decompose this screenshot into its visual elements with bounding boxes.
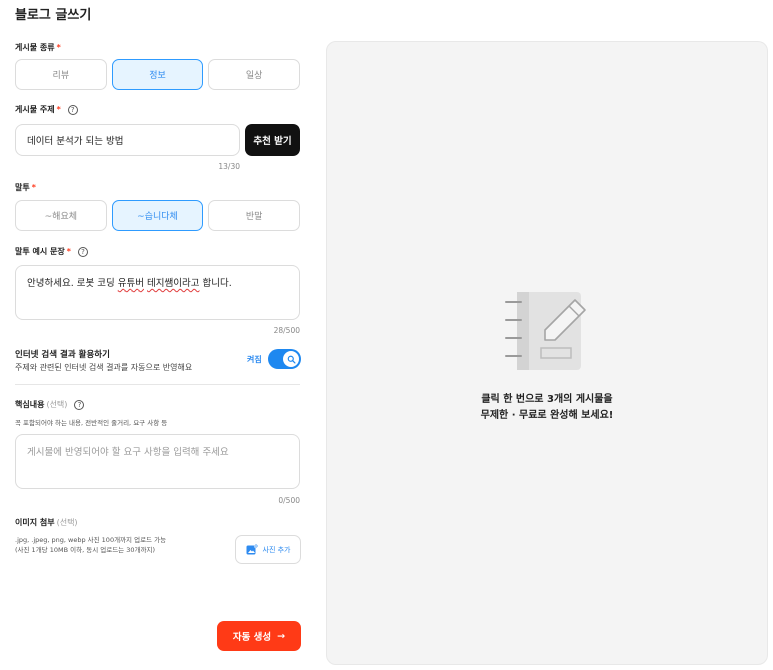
tone-example-counter: 28/500 [273,326,300,335]
key-content-counter: 0/500 [278,496,300,505]
post-type-label-text: 게시물 종류 [15,43,55,52]
recommend-button[interactable]: 추천 받기 [245,124,300,156]
optional-tag: (선택) [56,518,78,527]
key-content-placeholder: 게시물에 반영되어야 할 요구 사항을 입력해 주세요 [27,447,229,458]
add-photo-button[interactable]: 사진 추가 [235,535,301,564]
preview-message: 클릭 한 번으로 3개의 게시물을 무제한 · 무료로 완성해 보세요! [327,392,767,424]
required-mark: * [56,105,61,114]
topic-input[interactable]: 데이터 분석가 되는 방법 [15,124,240,156]
post-type-label: 게시물 종류 * [15,42,61,53]
post-type-option-daily[interactable]: 일상 [208,59,301,90]
tone-example-text: 안녕하세요. 로봇 코딩 [27,278,118,289]
topic-label: 게시물 주제 * ? [15,104,78,115]
add-photo-label: 사진 추가 [262,545,291,554]
misspelled-word: 테지쌤이라고 [147,278,200,289]
arrow-right-icon: → [277,630,286,642]
misspelled-word: 유튜버 [117,278,144,289]
optional-tag: (선택) [46,400,68,409]
tone-label: 말투 * [15,182,36,193]
search-icon [287,355,296,364]
post-type-option-info[interactable]: 정보 [111,59,204,90]
help-icon[interactable]: ? [67,104,78,115]
tone-label-text: 말투 [15,183,30,192]
post-type-selector: 리뷰 정보 일상 [15,59,301,90]
tone-example-text: 합니다. [199,278,232,289]
image-attach-desc-line: (사진 1개당 10MB 이하, 동시 업로드는 30개까지) [15,546,155,554]
auto-generate-button[interactable]: 자동 생성 → [217,621,301,651]
preview-line: 무제한 · 무료로 완성해 보세요! [480,410,614,421]
help-icon[interactable]: ? [77,246,88,257]
image-attach-label: 이미지 첨부 (선택) [15,517,78,528]
auto-generate-label: 자동 생성 [232,632,272,643]
tone-option-haeyo[interactable]: ~해요체 [15,200,107,231]
key-content-label: 핵심내용 (선택) ? [15,399,85,410]
key-content-textarea[interactable]: 게시물에 반영되어야 할 요구 사항을 입력해 주세요 [15,434,300,489]
web-search-title: 인터넷 검색 결과 활용하기 [15,350,110,360]
divider [15,384,300,385]
image-attach-desc-line: .jpg, .jpeg, png, webp 사진 100개까지 업로드 가능 [15,536,167,544]
topic-counter: 13/30 [218,162,240,171]
required-mark: * [66,247,71,256]
required-mark: * [56,43,61,52]
web-search-toggle[interactable] [268,349,301,369]
key-content-label-text: 핵심내용 [15,400,45,409]
tone-option-banmal[interactable]: 반말 [208,200,301,231]
help-icon[interactable]: ? [74,399,85,410]
notebook-pencil-icon [505,292,586,370]
tone-option-seumnida[interactable]: ~습니다체 [111,200,204,231]
web-search-state: 켜짐 [247,355,262,364]
web-search-description: 주제와 관련된 인터넷 검색 결과를 자동으로 반영해요 [15,363,193,372]
tone-example-label-text: 말투 예시 문장 [15,247,65,256]
required-mark: * [31,183,36,192]
key-content-description: 꼭 포함되어야 하는 내용, 전반적인 줄거리, 요구 사항 등 [15,419,168,427]
topic-label-text: 게시물 주제 [15,105,55,114]
page-title: 블로그 글쓰기 [15,8,92,23]
tone-selector: ~해요체 ~습니다체 반말 [15,200,301,231]
preview-panel: 클릭 한 번으로 3개의 게시물을 무제한 · 무료로 완성해 보세요! [326,41,768,665]
toggle-knob [283,351,299,367]
add-image-icon [246,544,258,555]
image-attach-description: .jpg, .jpeg, png, webp 사진 100개까지 업로드 가능 … [15,535,166,555]
tone-example-textarea[interactable]: 안녕하세요. 로봇 코딩 유튜버 테지쌤이라고 합니다. [15,265,300,320]
topic-input-value: 데이터 분석가 되는 방법 [27,136,124,147]
image-attach-label-text: 이미지 첨부 [15,518,55,527]
post-type-option-review[interactable]: 리뷰 [15,59,107,90]
preview-line: 클릭 한 번으로 3개의 게시물을 [481,394,613,405]
tone-example-label: 말투 예시 문장 * ? [15,246,88,257]
